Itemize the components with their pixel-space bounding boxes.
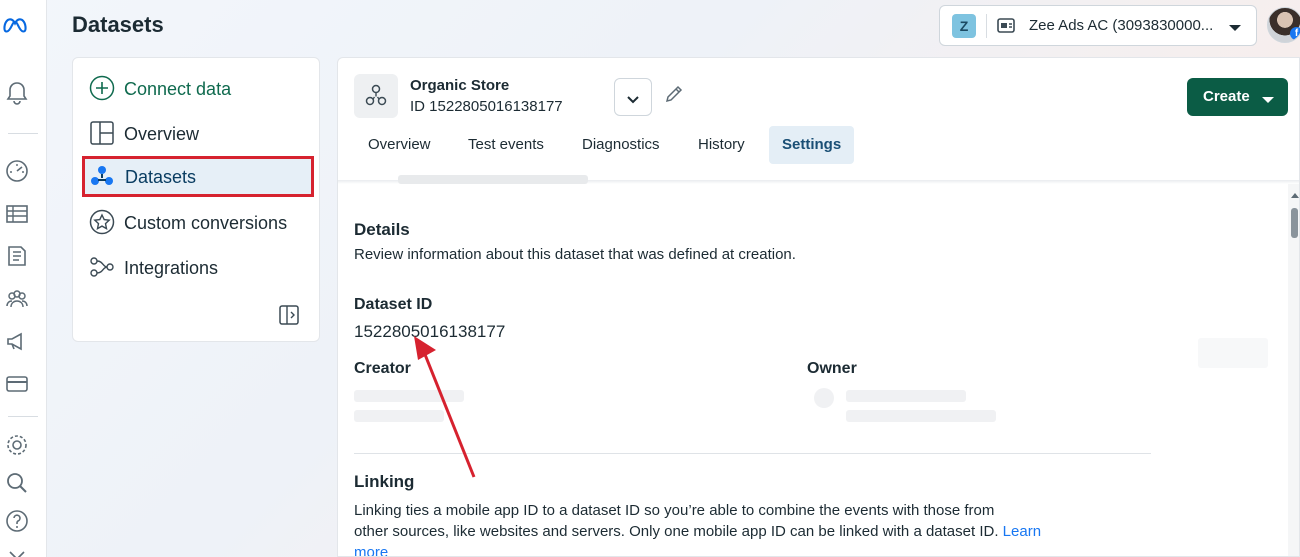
collapse-panel-icon[interactable] <box>278 304 300 331</box>
datasets-nav-panel: Connect data Overview Datasets Custom co… <box>72 57 320 342</box>
dashboard-gauge-icon[interactable] <box>4 158 30 184</box>
scroll-up-icon[interactable] <box>1290 186 1299 204</box>
redacted-owner-detail <box>846 410 996 422</box>
catalog-book-icon[interactable] <box>4 243 30 269</box>
search-icon[interactable] <box>4 470 30 496</box>
dataset-id-line: ID 1522805016138177 <box>410 98 563 115</box>
ad-account-icon <box>996 16 1018 41</box>
nav-datasets[interactable]: Datasets <box>82 156 314 197</box>
left-rail <box>0 0 47 557</box>
chevron-down-icon <box>626 92 640 110</box>
overview-layout-icon <box>89 120 115 146</box>
megaphone-ads-icon[interactable] <box>4 328 30 354</box>
account-badge: Z <box>952 14 976 38</box>
linking-text-line2: other sources, like websites and servers… <box>354 523 1041 540</box>
bug-report-icon[interactable] <box>4 546 30 557</box>
nav-custom-conversions[interactable]: Custom conversions <box>89 205 315 239</box>
create-label: Create <box>1203 88 1250 105</box>
cutoff-text-placeholder <box>398 175 588 184</box>
nav-label: Custom conversions <box>124 213 288 233</box>
create-button[interactable]: Create <box>1187 78 1288 116</box>
ad-account-selector[interactable]: Z Zee Ads AC (3093830000... <box>939 5 1257 46</box>
nav-overview[interactable]: Overview <box>89 116 315 150</box>
redacted-owner-avatar <box>814 388 834 408</box>
notifications-bell-icon[interactable] <box>4 80 30 106</box>
audiences-people-icon[interactable] <box>4 286 30 312</box>
account-name: Zee Ads AC (3093830000... <box>1029 17 1214 34</box>
help-question-icon[interactable] <box>4 508 30 534</box>
annotation-arrow <box>414 336 476 478</box>
creator-label: Creator <box>354 360 411 377</box>
scrollbar-thumb[interactable] <box>1291 208 1298 238</box>
billing-card-icon[interactable] <box>4 371 30 397</box>
learn-more-link-continued[interactable]: more <box>354 544 388 556</box>
scrollbar-track[interactable] <box>1288 184 1299 556</box>
tab-settings[interactable]: Settings <box>769 126 855 164</box>
dataset-nodes-icon <box>365 84 387 106</box>
custom-conversions-star-icon <box>89 209 115 235</box>
nav-label: Connect data <box>124 79 232 99</box>
nav-label: Datasets <box>125 167 197 187</box>
caret-down-icon <box>1261 92 1275 110</box>
dataset-main-panel: Organic Store ID 1522805016138177 Create… <box>337 57 1300 557</box>
dataset-switcher-button[interactable] <box>614 78 652 116</box>
datasets-icon <box>89 163 115 189</box>
tab-history[interactable]: History <box>685 126 758 164</box>
nav-connect-data[interactable]: Connect data <box>89 71 315 105</box>
page-title: Datasets <box>72 12 164 37</box>
nav-integrations[interactable]: Integrations <box>89 250 315 284</box>
nav-label: Integrations <box>124 258 219 278</box>
linking-text-line1: Linking ties a mobile app ID to a datase… <box>354 502 995 519</box>
rail-divider <box>8 416 38 417</box>
linking-text-line2-body: other sources, like websites and servers… <box>354 523 999 540</box>
plus-circle-icon <box>89 75 115 101</box>
table-grid-icon[interactable] <box>4 201 30 227</box>
rail-divider <box>8 133 38 134</box>
dataset-avatar <box>354 74 398 118</box>
nav-label: Overview <box>124 124 200 144</box>
settings-gear-icon[interactable] <box>4 432 30 458</box>
owner-label: Owner <box>807 360 857 377</box>
integrations-icon <box>89 254 115 280</box>
details-description: Review information about this dataset th… <box>354 246 796 263</box>
dataset-tabs: Overview Test events Diagnostics History… <box>338 126 1299 182</box>
account-divider <box>986 14 987 38</box>
redacted-owner-name <box>846 390 966 402</box>
edit-pencil-icon[interactable] <box>664 84 684 109</box>
chevron-down-icon <box>1228 20 1242 38</box>
tab-test-events[interactable]: Test events <box>455 126 557 164</box>
faint-ghost-content <box>1198 338 1268 368</box>
details-heading: Details <box>354 220 410 239</box>
dataset-name: Organic Store <box>410 77 510 94</box>
profile-avatar[interactable]: f <box>1267 7 1300 43</box>
tab-overview[interactable]: Overview <box>355 126 444 164</box>
tab-diagnostics[interactable]: Diagnostics <box>569 126 673 164</box>
dataset-id-label: Dataset ID <box>354 296 433 313</box>
learn-more-link[interactable]: Learn <box>1003 523 1041 540</box>
meta-logo-icon[interactable] <box>2 12 34 38</box>
facebook-badge-icon: f <box>1290 27 1300 40</box>
